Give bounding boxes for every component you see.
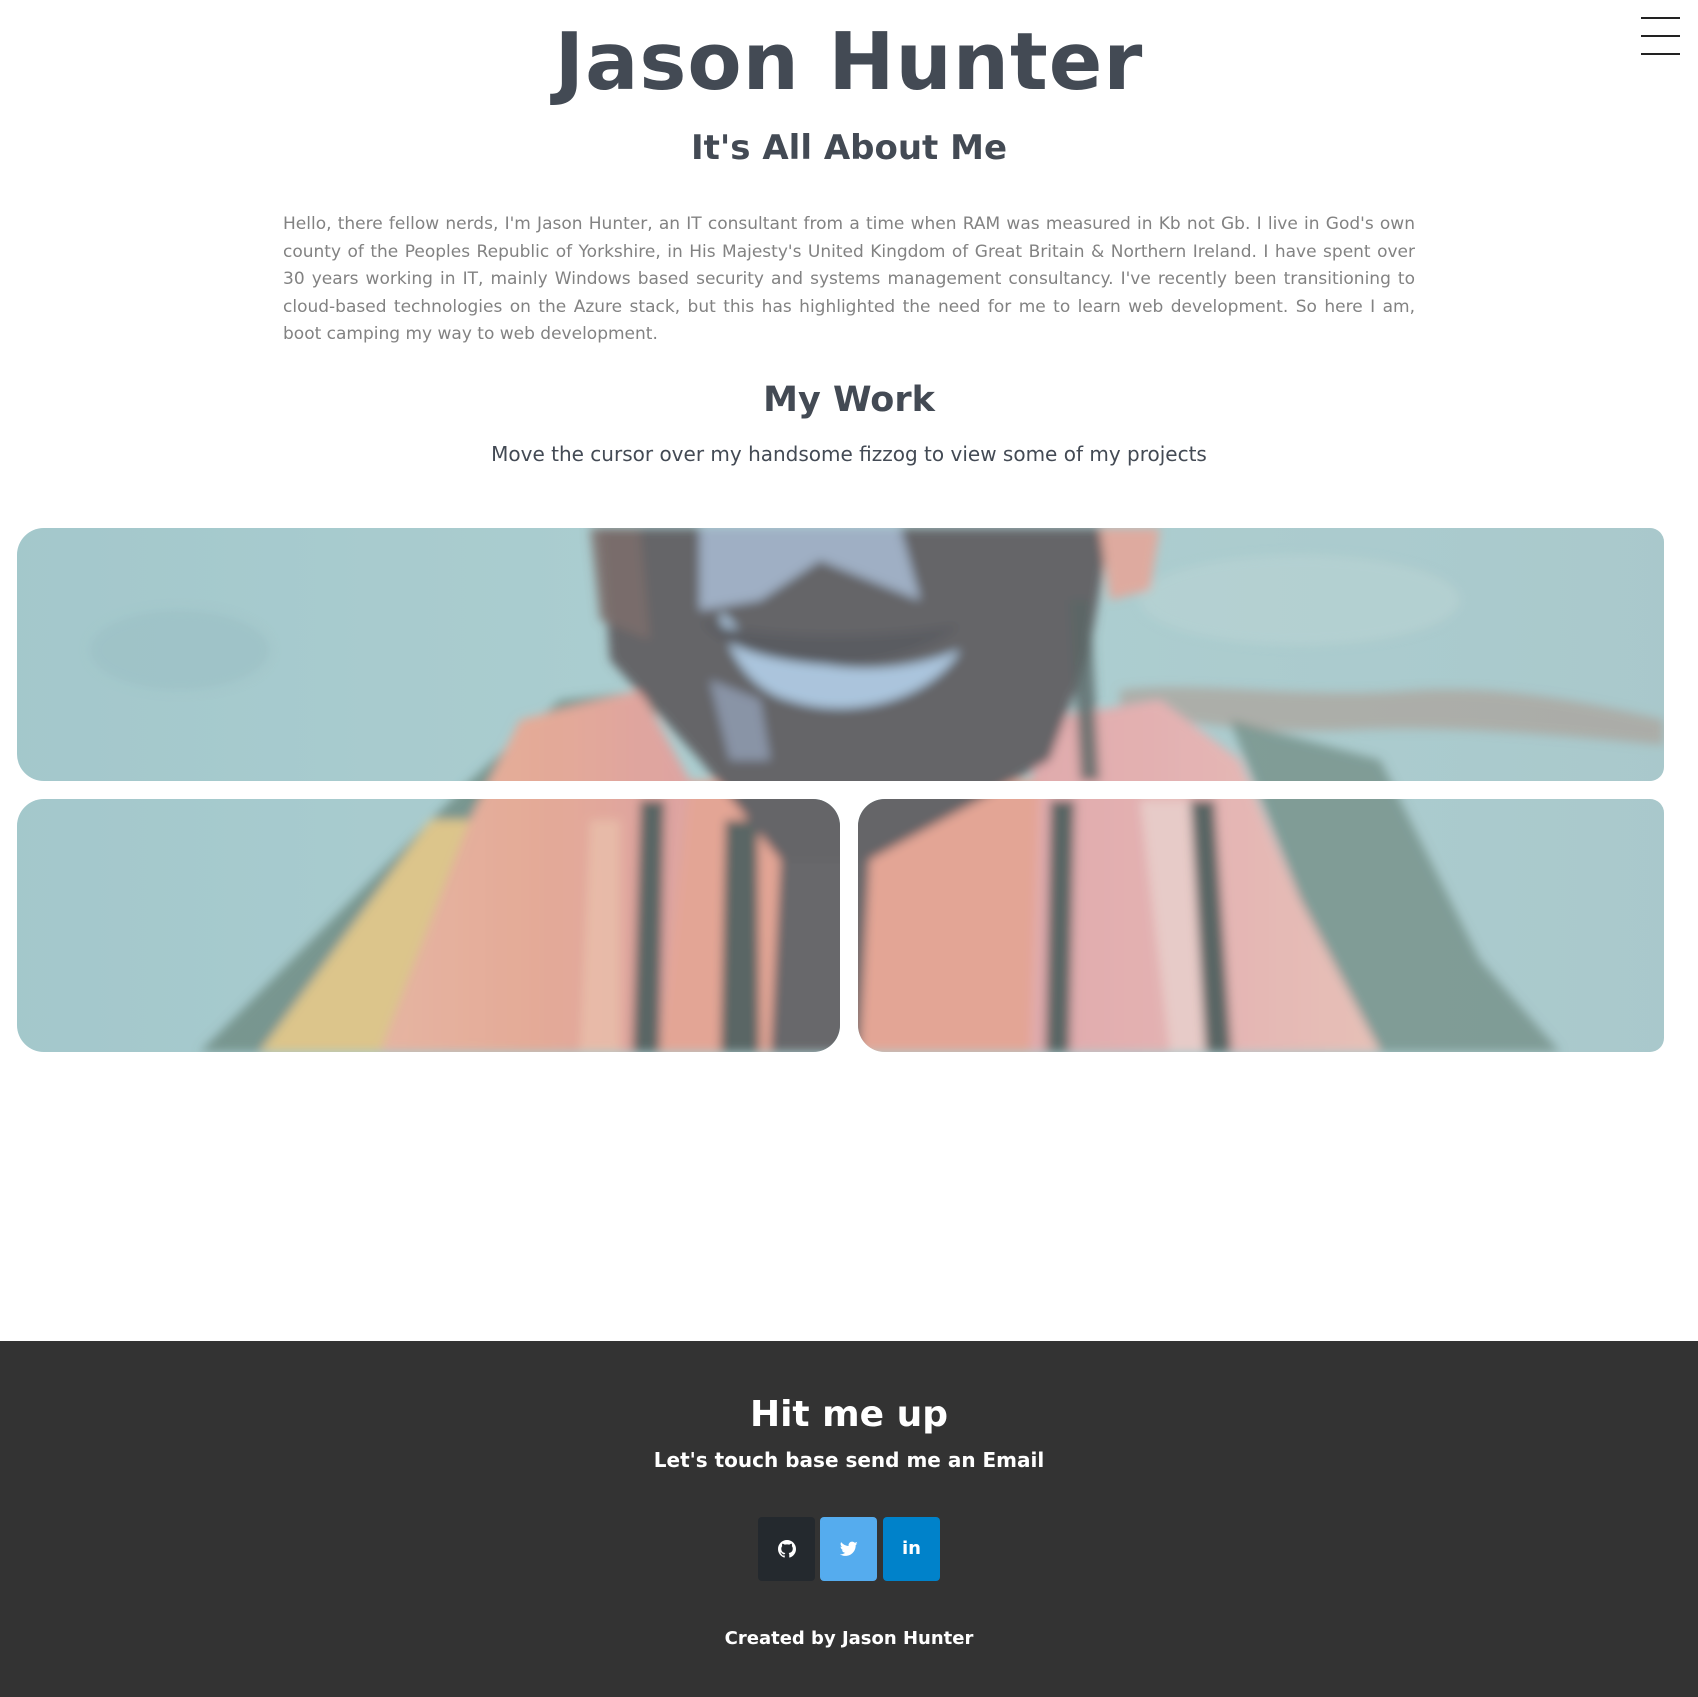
footer-credit: Created by Jason Hunter xyxy=(724,1628,974,1649)
linkedin-link[interactable]: in xyxy=(883,1517,940,1581)
work-heading: My Work xyxy=(763,380,935,420)
project-tile-2[interactable] xyxy=(17,799,840,1052)
work-instructions: Move the cursor over my handsome fizzog … xyxy=(491,442,1207,466)
twitter-link[interactable] xyxy=(820,1517,877,1581)
about-text: Hello, there fellow nerds, I'm Jason Hun… xyxy=(283,214,1415,345)
project-tile-1[interactable] xyxy=(17,528,1664,781)
contact-subheading: Let's touch base send me an Email xyxy=(653,1448,1045,1472)
site-title: Jason Hunter xyxy=(554,16,1144,108)
github-link[interactable] xyxy=(758,1517,815,1581)
twitter-icon xyxy=(839,1541,858,1556)
about-heading: It's All About Me xyxy=(690,128,1008,168)
github-icon xyxy=(777,1540,796,1558)
linkedin-icon: in xyxy=(902,1538,921,1559)
project-tile-3[interactable] xyxy=(858,799,1664,1052)
contact-heading: Hit me up xyxy=(749,1394,949,1435)
portrait-image xyxy=(17,528,1664,781)
portrait-image xyxy=(17,799,840,1052)
portrait-image xyxy=(858,799,1664,1052)
site-footer: Hit me up Let's touch base send me an Em… xyxy=(0,1341,1698,1697)
